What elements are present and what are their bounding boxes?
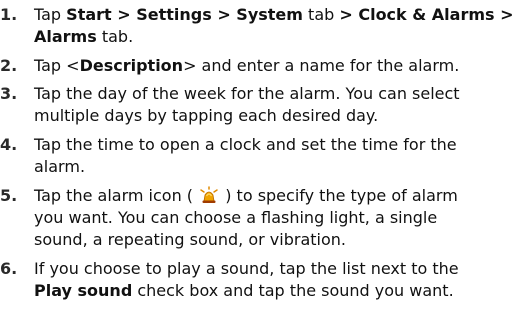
step-line: alarm. — [34, 157, 86, 176]
step-line: Play sound check box and tap the sound y… — [34, 281, 454, 300]
step-line: sound, a repeating sound, or vibration. — [34, 230, 346, 249]
step-line: Tap <Description> and enter a name for t… — [34, 56, 460, 75]
instruction-document: 1. Tap Start > Settings > System tab > C… — [0, 0, 528, 327]
step-number: 5. — [0, 186, 18, 205]
step-number: 4. — [0, 135, 18, 154]
step-number: 3. — [0, 84, 18, 103]
step-line: Tap the alarm icon ( ) to specify the ty… — [34, 186, 458, 205]
step-line: Tap the day of the week for the alarm. Y… — [34, 84, 460, 103]
step-line: you want. You can choose a flashing ligh… — [34, 208, 438, 227]
step-line: Tap Start > Settings > System tab > Cloc… — [34, 5, 514, 24]
step-number: 1. — [0, 5, 18, 24]
step-line: multiple days by tapping each desired da… — [34, 106, 379, 125]
step-number: 2. — [0, 56, 18, 75]
step-line: Tap the time to open a clock and set the… — [34, 135, 457, 154]
step-number: 6. — [0, 259, 18, 278]
step-line: Alarms tab. — [34, 27, 134, 46]
step-line: If you choose to play a sound, tap the l… — [34, 259, 459, 278]
alarm-bell-icon — [198, 186, 220, 204]
